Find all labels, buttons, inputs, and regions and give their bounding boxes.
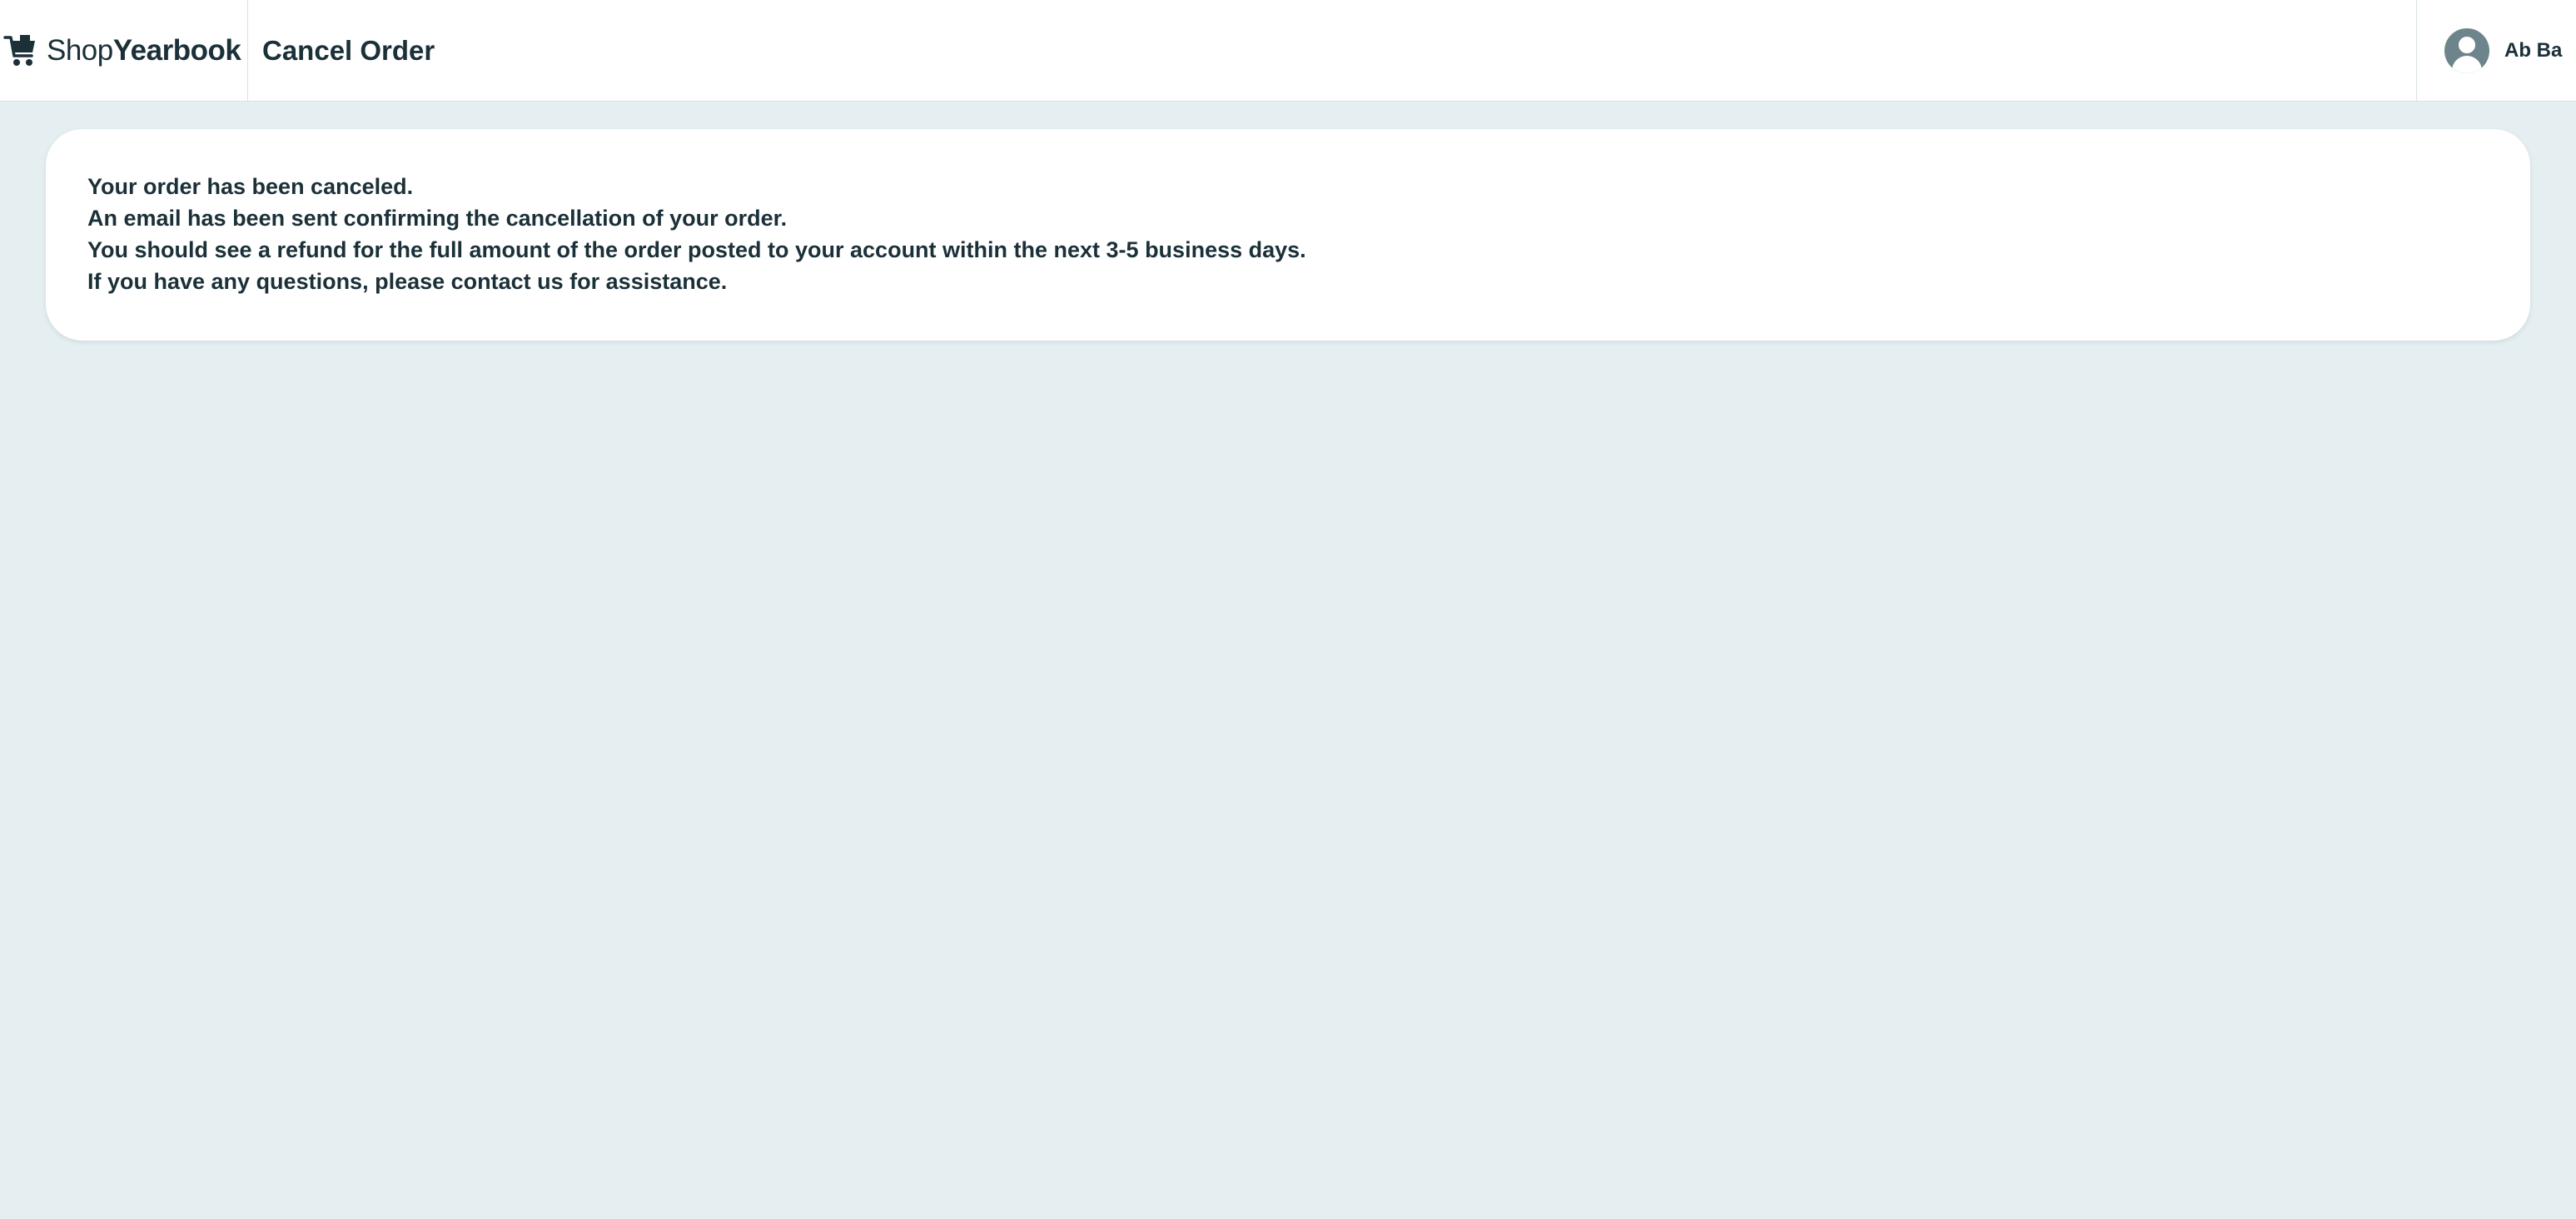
brand-wordmark: ShopYearbook <box>47 34 241 67</box>
brand-prefix: Shop <box>47 33 113 67</box>
page-title: Cancel Order <box>262 34 435 66</box>
cancellation-confirmation-card: Your order has been canceled. An email h… <box>46 129 2530 341</box>
user-name: Ab Ba <box>2504 39 2563 62</box>
message-line: If you have any questions, please contac… <box>87 269 728 294</box>
brand-suffix: Yearbook <box>112 33 241 67</box>
user-menu[interactable]: Ab Ba <box>2416 0 2576 102</box>
message-line: Your order has been canceled. <box>87 174 414 199</box>
top-bar: ShopYearbook Cancel Order Ab Ba <box>0 0 2576 102</box>
shopping-cart-icon <box>3 32 38 69</box>
message-line: An email has been sent confirming the ca… <box>87 206 788 231</box>
user-avatar-icon <box>2444 28 2489 73</box>
message-line: You should see a refund for the full amo… <box>87 237 1306 262</box>
brand-logo[interactable]: ShopYearbook <box>0 0 248 102</box>
